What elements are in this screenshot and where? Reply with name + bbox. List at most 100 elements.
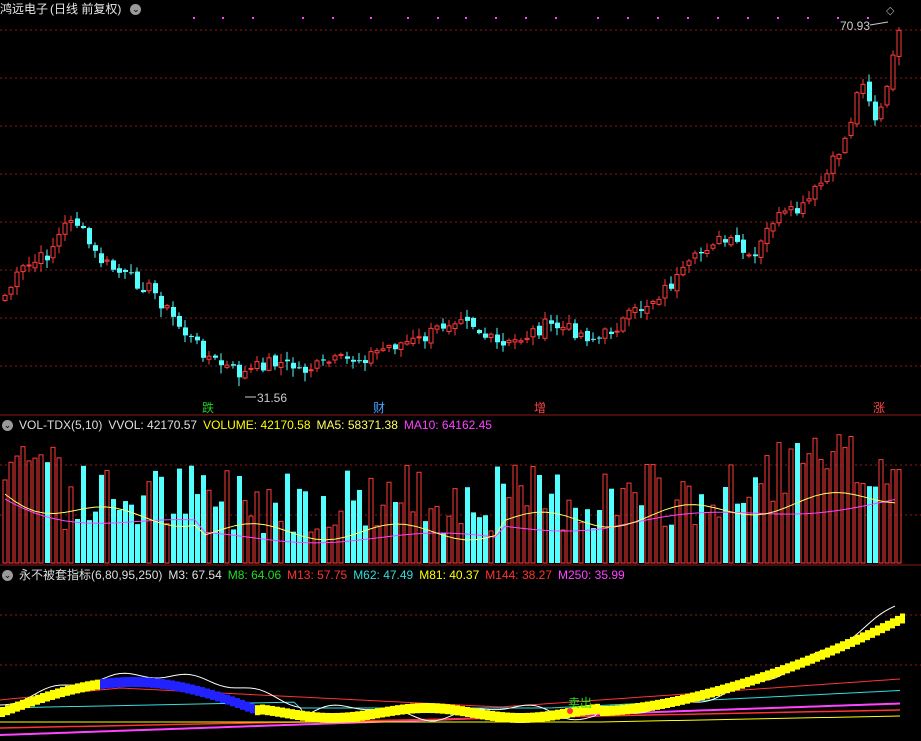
volume-bar [842,447,848,564]
indicator-ribbon [225,694,230,705]
candle-body [308,369,314,372]
candle-body [410,337,416,344]
volume-bar [488,530,494,564]
volume-bar [153,470,158,563]
indicator-ribbon [560,708,565,719]
candle-body [699,251,704,254]
indicator-ribbon [610,705,615,716]
candle-body [723,239,728,243]
volume-bar [728,464,734,564]
volume-bar [602,473,608,564]
candle-body [423,336,428,342]
indicator-ribbon [815,651,820,662]
volume-bar [446,515,452,564]
indicator-ribbon [135,677,140,688]
candle-body [38,252,44,265]
volume-bar [146,481,152,564]
indicator-ribbon [390,705,395,716]
indicator-ribbon [95,679,100,690]
event-label-1[interactable]: 跌 [202,401,214,415]
vol-item-vvol: VVOL: 42170.57 [108,418,198,432]
diamond-icon[interactable]: ◇ [886,4,894,17]
volume-bar [213,506,218,563]
candle-body [686,260,692,266]
indicator-ribbon [5,705,10,716]
candle-body [99,253,104,264]
volume-bar [2,479,8,564]
candle-body [842,137,848,154]
marker-dot [495,17,497,19]
ind-item-m62: M62: 47.49 [353,568,414,582]
volume-bar [93,511,98,563]
candle-body [368,351,374,364]
candle-body [297,367,302,369]
indicator-ribbon [545,711,550,722]
candle-body [351,359,356,362]
marker-dot [252,17,254,19]
indicator-ribbon [530,712,535,723]
candle-body [873,101,878,121]
candle-body [242,370,248,379]
chevron-down-icon[interactable]: ⌄ [2,570,13,582]
volume-bar [14,455,20,564]
candle-body [674,274,680,292]
candle-body [314,360,320,369]
marker-dot [222,17,224,19]
indicator-ribbon [495,711,500,722]
volume-bar [26,460,32,564]
indicator-ribbon [445,704,450,715]
indicator-ribbon [845,639,850,650]
event-label-3[interactable]: 增 [534,401,546,415]
candle-body [104,259,110,262]
indicator-ribbon [150,677,155,688]
indicator-ribbon [360,710,365,721]
ind-item-m13: M13: 57.75 [287,568,348,582]
indicator-ribbon [470,707,475,718]
indicator-ribbon [760,672,765,683]
candle-body [219,360,224,366]
volume-bar [699,494,704,563]
volume-bar [314,528,320,564]
chevron-down-icon[interactable]: ⌄ [2,420,13,432]
candle-body [416,336,422,339]
indicator-ribbon [120,677,125,688]
indicator-ribbon [655,699,660,710]
marker-dot [687,17,689,19]
candle-body [363,360,368,364]
candle-body [248,367,254,370]
indicator-ribbon [130,677,135,687]
indicator-name[interactable]: 永不被套指标(6,80,95,250) [19,568,162,582]
indicator-ribbon [190,684,195,695]
candle-body [135,271,140,289]
ind-item-m250: M250: 35.99 [558,568,625,582]
candle-body [75,218,80,226]
volume-bar [800,462,806,564]
volume-bar [45,462,50,563]
candle-body [153,283,158,294]
indicator-ribbon [420,703,425,714]
chart-canvas[interactable] [0,0,921,741]
candle-body [854,92,860,125]
event-label-2[interactable]: 财 [373,401,385,415]
volume-bar [560,529,566,564]
candle-body [656,298,662,305]
indicator-ribbon [0,707,5,717]
indicator-ribbon [780,665,785,676]
candle-body [560,326,566,331]
indicator-ribbon [615,705,620,716]
indicator-ribbon [685,693,690,704]
volume-bar [104,469,110,564]
indicator-ribbon [45,691,50,702]
indicator-ribbon [485,710,490,721]
candle-body [830,155,836,174]
volume-bar [183,513,188,563]
candle-body [213,355,218,358]
indicator-ribbon [825,647,830,658]
event-label-4[interactable]: 涨 [873,401,885,415]
indicator-ribbon [160,678,165,689]
candle-body [111,260,116,270]
indicator-ribbon [860,632,865,643]
volume-indicator-name[interactable]: VOL-TDX(5,10) [19,418,102,432]
candle-body [716,235,722,245]
volume-bar [704,511,710,564]
